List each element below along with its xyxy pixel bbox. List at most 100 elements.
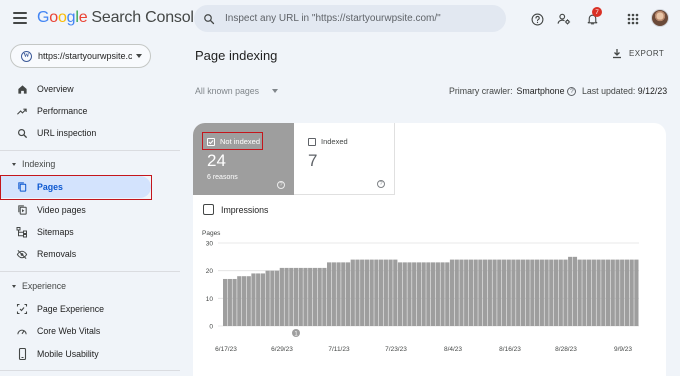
chart-bar bbox=[558, 259, 563, 326]
menu-icon[interactable] bbox=[13, 12, 27, 24]
chart-bar bbox=[483, 259, 488, 326]
chart-bar bbox=[322, 267, 327, 326]
sidebar-item-label: Pages bbox=[37, 182, 63, 192]
property-selector[interactable]: W https://startyourwpsite.com/ bbox=[10, 44, 151, 68]
sidebar-item-performance[interactable]: Performance bbox=[0, 100, 185, 122]
sidebar-item-url-inspection[interactable]: URL inspection bbox=[0, 122, 185, 144]
chart-bar bbox=[298, 267, 303, 326]
x-tick-label: 9/9/23 bbox=[614, 346, 632, 353]
chart-bar bbox=[345, 262, 351, 326]
help-icon[interactable] bbox=[529, 11, 545, 27]
manage-users-icon[interactable] bbox=[556, 11, 572, 27]
chart-bar bbox=[241, 276, 247, 326]
sidebar-item-overview[interactable]: Overview bbox=[0, 78, 185, 100]
phone-icon bbox=[16, 348, 28, 360]
sidebar-item-mobile-usability[interactable]: Mobile Usability bbox=[0, 343, 185, 365]
chart-bar bbox=[440, 262, 445, 326]
speed-icon bbox=[16, 325, 28, 337]
chart-bar bbox=[487, 259, 492, 326]
sidebar-item-label: Mobile Usability bbox=[37, 349, 99, 359]
chart-bar bbox=[251, 273, 256, 326]
sidebar-item-video-pages[interactable]: Video pages bbox=[0, 199, 185, 221]
sidebar-item-removals[interactable]: Removals bbox=[0, 243, 185, 265]
wordpress-icon: W bbox=[21, 50, 32, 62]
pages-filter-dropdown[interactable]: All known pages bbox=[195, 86, 279, 96]
chart-bar bbox=[539, 259, 544, 326]
chart-bar bbox=[388, 259, 393, 326]
chart-bar bbox=[454, 259, 459, 326]
chart-bar bbox=[501, 259, 507, 326]
chart-bar bbox=[624, 259, 630, 326]
chart-bar bbox=[492, 259, 497, 326]
sidebar-item-label: Removals bbox=[37, 249, 77, 259]
pages-chart: Pages010203016/17/23 6/29/23 7/11/23 7/23/2… bbox=[202, 230, 639, 353]
chevron-down-icon bbox=[272, 89, 279, 93]
sidebar-item-sitemaps[interactable]: Sitemaps bbox=[0, 221, 185, 243]
notifications-icon[interactable]: 7 bbox=[584, 7, 602, 27]
x-tick-label: 7/11/23 bbox=[328, 346, 350, 353]
notification-badge: 7 bbox=[592, 7, 602, 17]
chart-bar bbox=[270, 270, 275, 326]
y-tick-label: 30 bbox=[206, 241, 214, 248]
chart-bar bbox=[364, 259, 370, 326]
sidebar-item-label: Page Experience bbox=[37, 304, 104, 314]
last-updated: Last updated: 9/12/23 bbox=[582, 86, 667, 96]
chevron-down-icon bbox=[136, 54, 142, 58]
sidebar-item-pages[interactable]: Pages bbox=[0, 176, 151, 198]
sidebar-item-core-web-vitals[interactable]: Core Web Vitals bbox=[0, 320, 185, 342]
chart-bar bbox=[497, 259, 502, 326]
top-bar: Google Search Console 7 bbox=[0, 0, 680, 38]
url-inspection-search[interactable] bbox=[194, 5, 506, 32]
chart-bar bbox=[591, 259, 596, 326]
search-input[interactable] bbox=[225, 13, 485, 24]
chart-bar bbox=[506, 259, 511, 326]
chart-bar bbox=[374, 259, 379, 326]
chart-bar bbox=[582, 259, 587, 326]
section-experience[interactable]: Experience bbox=[0, 278, 180, 294]
x-tick-label: 8/28/23 bbox=[555, 346, 577, 353]
chart-bar bbox=[468, 259, 474, 326]
chart-bar bbox=[596, 259, 601, 326]
chart-bar bbox=[520, 259, 526, 326]
y-tick-label: 10 bbox=[206, 296, 214, 303]
property-url: https://startyourwpsite.com/ bbox=[38, 51, 132, 61]
logo-letter: e bbox=[78, 9, 88, 26]
chart-bar bbox=[629, 259, 634, 326]
sidebar-item-label: Core Web Vitals bbox=[37, 326, 101, 336]
chart-bar bbox=[568, 256, 573, 326]
chart-bar bbox=[397, 262, 403, 326]
chart-bar bbox=[601, 259, 606, 326]
collapse-icon bbox=[12, 162, 16, 166]
apps-icon[interactable] bbox=[625, 11, 641, 27]
home-icon bbox=[16, 83, 28, 95]
chart-bar bbox=[289, 267, 294, 326]
crawler-value: Smartphone bbox=[516, 86, 565, 96]
video-pages-icon bbox=[16, 204, 28, 216]
search-icon bbox=[204, 13, 215, 24]
filter-value: All known pages bbox=[195, 86, 260, 96]
download-icon bbox=[613, 49, 621, 59]
chart-bar bbox=[535, 259, 540, 326]
help-icon[interactable]: ? bbox=[567, 86, 577, 96]
pages-icon bbox=[16, 181, 28, 193]
chart-bar bbox=[572, 256, 578, 326]
x-tick-label: 6/29/23 bbox=[271, 346, 293, 353]
chart-bar bbox=[312, 267, 318, 326]
chart-bar bbox=[421, 262, 426, 326]
app-logo[interactable]: Google Search Console bbox=[37, 9, 203, 27]
removals-icon bbox=[16, 248, 28, 260]
avatar[interactable] bbox=[651, 9, 669, 27]
chart-bar bbox=[336, 262, 341, 326]
chart-bar bbox=[620, 259, 625, 326]
primary-crawler: Primary crawler: Smartphone ? bbox=[449, 86, 577, 96]
chart-bar bbox=[331, 262, 336, 326]
section-indexing[interactable]: Indexing bbox=[0, 156, 180, 172]
export-button[interactable]: EXPORT bbox=[612, 48, 664, 59]
sidebar-item-label: Overview bbox=[37, 84, 74, 94]
chart-bar bbox=[407, 262, 412, 326]
chart-bar bbox=[605, 259, 611, 326]
sidebar-item-page-experience[interactable]: Page Experience bbox=[0, 298, 185, 320]
chart-bar bbox=[223, 278, 228, 326]
product-name: Search Console bbox=[91, 9, 203, 26]
collapse-icon bbox=[12, 284, 16, 288]
